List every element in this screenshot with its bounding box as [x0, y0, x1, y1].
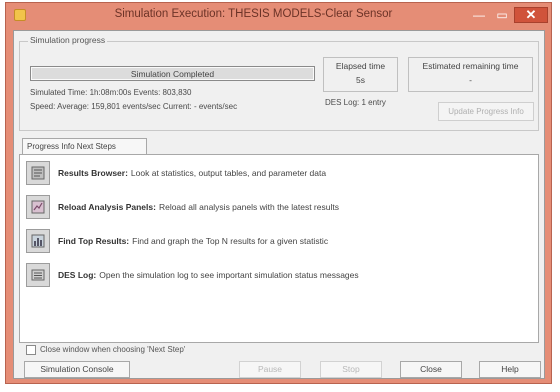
des-log-count: DES Log: 1 entry: [325, 98, 386, 107]
minimize-button[interactable]: —: [468, 7, 490, 23]
speed-text: Speed: Average: 159,801 events/sec Curre…: [30, 102, 238, 111]
remaining-time-label: Estimated remaining time: [422, 61, 519, 71]
update-progress-info-button[interactable]: Update Progress Info: [438, 102, 534, 121]
next-steps-panel: Results Browser: Look at statistics, outp…: [19, 154, 539, 343]
close-on-next-label: Close window when choosing 'Next Step': [40, 345, 186, 355]
des-log-icon[interactable]: [26, 263, 50, 287]
stop-button[interactable]: Stop: [320, 361, 382, 378]
step-title[interactable]: Results Browser:: [58, 168, 128, 178]
close-on-next-option[interactable]: Close window when choosing 'Next Step': [26, 345, 185, 355]
pause-button[interactable]: Pause: [239, 361, 301, 378]
step-reload-panels[interactable]: Reload Analysis Panels: Reload all analys…: [26, 195, 531, 221]
progress-bar: Simulation Completed: [30, 66, 315, 81]
step-description: Find and graph the Top N results for a g…: [132, 236, 329, 246]
maximize-button[interactable]: ▭: [491, 7, 513, 23]
step-label: Reload Analysis Panels: Reload all analys…: [58, 202, 339, 212]
reload-panels-icon[interactable]: [26, 195, 50, 219]
simulated-time-text: Simulated Time: 1h:08m:00s Events: 803,8…: [30, 88, 192, 97]
tab-next-steps[interactable]: Progress Info Next Steps: [22, 138, 147, 154]
elapsed-time-box: Elapsed time 5s: [323, 57, 398, 92]
step-label: DES Log: Open the simulation log to see i…: [58, 270, 359, 280]
results-browser-icon[interactable]: [26, 161, 50, 185]
step-label: Results Browser: Look at statistics, outp…: [58, 168, 326, 178]
remaining-time-box: Estimated remaining time -: [408, 57, 533, 92]
step-find-top-results[interactable]: Find Top Results: Find and graph the Top …: [26, 229, 531, 255]
elapsed-time-label: Elapsed time: [335, 61, 386, 71]
client-area: Simulation progress Simulation Completed…: [13, 30, 545, 379]
step-label: Find Top Results: Find and graph the Top …: [58, 236, 328, 246]
top-results-icon[interactable]: [26, 229, 50, 253]
step-des-log[interactable]: DES Log: Open the simulation log to see i…: [26, 263, 531, 289]
group-label: Simulation progress: [28, 35, 108, 45]
progress-status-text: Simulation Completed: [130, 69, 215, 79]
close-window-button[interactable]: ✕: [514, 7, 548, 23]
step-title[interactable]: DES Log:: [58, 270, 96, 280]
simulation-progress-group: Simulation progress Simulation Completed…: [19, 35, 539, 131]
app-icon: [14, 9, 26, 21]
step-description: Reload all analysis panels with the late…: [158, 202, 339, 212]
step-title[interactable]: Reload Analysis Panels:: [58, 202, 156, 212]
remaining-time-value: -: [469, 75, 472, 85]
step-results-browser[interactable]: Results Browser: Look at statistics, outp…: [26, 161, 531, 187]
title-bar[interactable]: Simulation Execution: THESIS MODELS-Clea…: [6, 3, 551, 28]
simulation-window: Simulation Execution: THESIS MODELS-Clea…: [5, 2, 552, 384]
help-button[interactable]: Help: [479, 361, 541, 378]
step-description: Open the simulation log to see important…: [99, 270, 359, 280]
close-button[interactable]: Close: [400, 361, 462, 378]
simulation-console-button[interactable]: Simulation Console: [24, 361, 130, 378]
elapsed-time-value: 5s: [356, 75, 365, 85]
step-title[interactable]: Find Top Results:: [58, 236, 129, 246]
window-title: Simulation Execution: THESIS MODELS-Clea…: [114, 8, 393, 20]
step-description: Look at statistics, output tables, and p…: [130, 168, 327, 178]
close-on-next-checkbox[interactable]: [26, 345, 36, 355]
